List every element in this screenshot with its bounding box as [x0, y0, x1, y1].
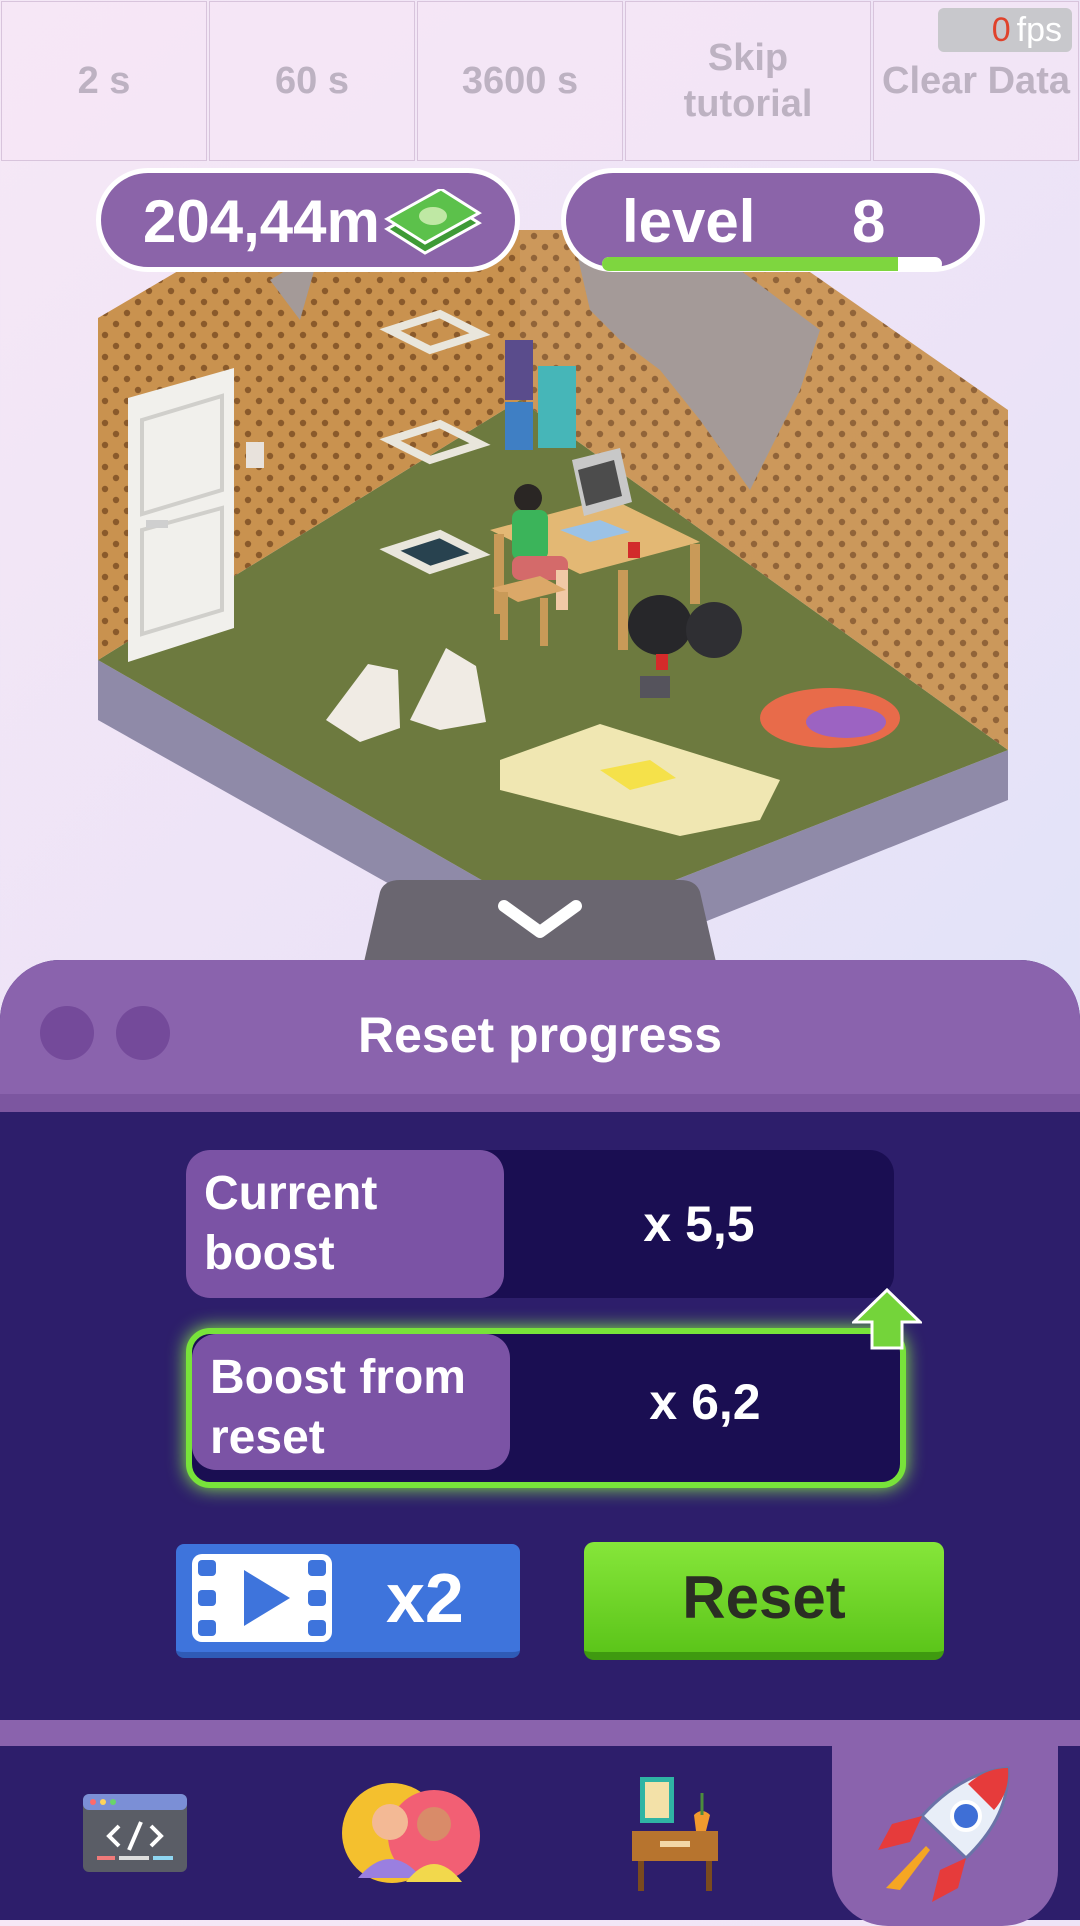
skip-60s-button[interactable]: 60 s [209, 1, 415, 161]
level-display: level 8 [561, 168, 985, 272]
debug-toolbar: 2 s 60 s 3600 s Skip tutorial Clear Data [0, 0, 1080, 162]
code-icon [83, 1794, 187, 1872]
level-label: level [622, 188, 756, 255]
nav-tab-team[interactable] [330, 1746, 490, 1920]
current-boost-row: Current boost x 5,5 [186, 1150, 894, 1298]
watch-video-x2-button[interactable]: x2 [176, 1544, 520, 1658]
room-scene[interactable] [0, 230, 1080, 950]
video-multiplier: x2 [386, 1559, 464, 1637]
money-display: 204,44m [96, 168, 520, 272]
panel-title: Reset progress [357, 1007, 723, 1063]
cash-stack-icon [384, 189, 482, 255]
level-progress-bar [602, 257, 942, 271]
fps-counter: 0 fps [938, 8, 1072, 52]
reset-progress-panel: Reset progress Current boost x 5,5 Boost… [0, 960, 1080, 1720]
fps-unit: fps [1016, 10, 1062, 49]
money-value: 204,44m [143, 188, 380, 255]
collapse-tab[interactable] [364, 880, 716, 962]
skip-tutorial-button[interactable]: Skip tutorial [625, 1, 871, 161]
reset-button[interactable]: Reset [584, 1542, 944, 1660]
arrow-up-icon [852, 1288, 922, 1350]
people-icon [342, 1783, 480, 1883]
reset-boost-row: Boost from reset x 6,2 [186, 1328, 906, 1488]
level-value: 8 [852, 188, 886, 255]
panel-header: Reset progress [0, 960, 1080, 1112]
furniture-icon [632, 1777, 718, 1891]
current-boost-label: Current boost [186, 1150, 504, 1298]
nav-tab-furniture[interactable] [610, 1746, 740, 1920]
rocket-icon [878, 1766, 1010, 1902]
reset-boost-label: Boost from reset [192, 1334, 510, 1470]
fps-value: 0 [991, 10, 1011, 49]
nav-tab-code[interactable] [60, 1746, 210, 1920]
video-icon [192, 1554, 332, 1642]
nav-tab-rocket[interactable] [862, 1746, 1028, 1920]
current-boost-value: x 5,5 [643, 1196, 755, 1252]
skip-2s-button[interactable]: 2 s [1, 1, 207, 161]
skip-3600s-button[interactable]: 3600 s [417, 1, 623, 161]
reset-boost-value: x 6,2 [649, 1374, 761, 1430]
bottom-nav [0, 1720, 1080, 1926]
